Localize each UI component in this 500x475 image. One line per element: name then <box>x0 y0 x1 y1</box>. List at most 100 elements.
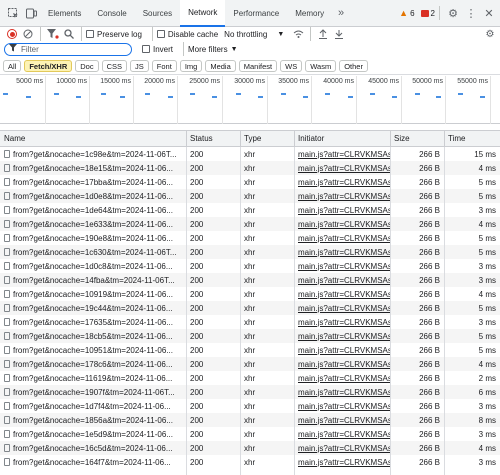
initiator-link[interactable]: main.js?attr=CLRVKMSAs <box>298 192 390 201</box>
column-header-status[interactable]: Status <box>186 131 240 146</box>
clear-button[interactable] <box>20 27 36 41</box>
initiator-link[interactable]: main.js?attr=CLRVKMSAs <box>298 248 390 257</box>
request-name-cell[interactable]: from?get&nocache=1e633&tm=2024-11-06... <box>0 217 186 231</box>
filter-chip-manifest[interactable]: Manifest <box>238 60 278 72</box>
export-har-icon[interactable] <box>331 27 347 41</box>
table-row[interactable]: from?get&nocache=1de64&tm=2024-11-06... 2… <box>0 203 500 217</box>
request-name-cell[interactable]: from?get&nocache=11619&tm=2024-11-06... <box>0 371 186 385</box>
request-name-cell[interactable]: from?get&nocache=1d0e8&tm=2024-11-06... <box>0 189 186 203</box>
table-row[interactable]: from?get&nocache=19c44&tm=2024-11-06... 2… <box>0 301 500 315</box>
initiator-link[interactable]: main.js?attr=CLRVKMSAs <box>298 416 390 425</box>
settings-gear-icon[interactable]: ⚙ <box>444 4 462 22</box>
tab-sources[interactable]: Sources <box>135 0 180 27</box>
request-name-cell[interactable]: from?get&nocache=1d7f4&tm=2024-11-06... <box>0 399 186 413</box>
table-row[interactable]: from?get&nocache=1c630&tm=2024-11-06T...… <box>0 245 500 259</box>
filter-chip-font[interactable]: Font <box>151 60 177 72</box>
request-name-cell[interactable]: from?get&nocache=19c44&tm=2024-11-06... <box>0 301 186 315</box>
filter-chip-media[interactable]: Media <box>205 60 236 72</box>
column-header-initiator[interactable]: Initiator <box>294 131 390 146</box>
table-row[interactable]: from?get&nocache=1c98e&tm=2024-11-06T...… <box>0 147 500 161</box>
tab-network[interactable]: Network <box>180 0 226 27</box>
initiator-link[interactable]: main.js?attr=CLRVKMSAs <box>298 234 390 243</box>
request-name-cell[interactable]: from?get&nocache=18cb5&tm=2024-11-06... <box>0 329 186 343</box>
search-button[interactable] <box>61 27 77 41</box>
more-filters-dropdown[interactable]: More filters ▼ <box>188 45 238 54</box>
request-name-cell[interactable]: from?get&nocache=178c6&tm=2024-11-06... <box>0 357 186 371</box>
initiator-link[interactable]: main.js?attr=CLRVKMSAs <box>298 444 390 453</box>
filter-chip-js[interactable]: JS <box>130 60 149 72</box>
table-row[interactable]: from?get&nocache=10919&tm=2024-11-06... 2… <box>0 287 500 301</box>
column-header-size[interactable]: Size <box>390 131 444 146</box>
table-row[interactable]: from?get&nocache=18cb5&tm=2024-11-06... 2… <box>0 329 500 343</box>
table-row[interactable]: from?get&nocache=1856a&tm=2024-11-06... 2… <box>0 413 500 427</box>
initiator-link[interactable]: main.js?attr=CLRVKMSAs <box>298 346 390 355</box>
filter-chip-doc[interactable]: Doc <box>75 60 99 72</box>
initiator-link[interactable]: main.js?attr=CLRVKMSAs <box>298 150 390 159</box>
column-header-name[interactable]: Name <box>0 131 186 146</box>
request-name-cell[interactable]: from?get&nocache=1856a&tm=2024-11-06... <box>0 413 186 427</box>
close-devtools-icon[interactable]: ✕ <box>480 4 498 22</box>
table-row[interactable]: from?get&nocache=17bba&tm=2024-11-06... 2… <box>0 175 500 189</box>
filter-toggle-button[interactable] <box>45 27 61 41</box>
network-settings-gear-icon[interactable]: ⚙ <box>482 27 498 41</box>
initiator-link[interactable]: main.js?attr=CLRVKMSAs <box>298 206 390 215</box>
request-name-cell[interactable]: from?get&nocache=17635&tm=2024-11-06... <box>0 315 186 329</box>
initiator-link[interactable]: main.js?attr=CLRVKMSAs <box>298 304 390 313</box>
initiator-link[interactable]: main.js?attr=CLRVKMSAs <box>298 430 390 439</box>
initiator-link[interactable]: main.js?attr=CLRVKMSAs <box>298 388 390 397</box>
preserve-log-checkbox[interactable]: Preserve log <box>86 30 142 39</box>
more-options-icon[interactable]: ⋮ <box>462 4 480 22</box>
request-name-cell[interactable]: from?get&nocache=1e5d9&tm=2024-11-06... <box>0 427 186 441</box>
initiator-link[interactable]: main.js?attr=CLRVKMSAs <box>298 374 390 383</box>
request-name-cell[interactable]: from?get&nocache=164f7&tm=2024-11-06... <box>0 455 186 469</box>
request-name-cell[interactable]: from?get&nocache=190e8&tm=2024-11-06... <box>0 231 186 245</box>
checkbox-box[interactable] <box>86 30 94 38</box>
disable-cache-checkbox[interactable]: Disable cache <box>156 30 218 39</box>
initiator-link[interactable]: main.js?attr=CLRVKMSAs <box>298 332 390 341</box>
table-row[interactable]: from?get&nocache=178c6&tm=2024-11-06... 2… <box>0 357 500 371</box>
table-row[interactable]: from?get&nocache=164f7&tm=2024-11-06... 2… <box>0 455 500 469</box>
table-row[interactable]: from?get&nocache=1d7f4&tm=2024-11-06... 2… <box>0 399 500 413</box>
table-row[interactable]: from?get&nocache=16c5d&tm=2024-11-06... 2… <box>0 441 500 455</box>
network-conditions-icon[interactable] <box>290 27 306 41</box>
throttling-select[interactable]: No throttling ▼ <box>224 30 284 39</box>
initiator-link[interactable]: main.js?attr=CLRVKMSAs <box>298 220 390 229</box>
filter-chip-fetch-xhr[interactable]: Fetch/XHR <box>24 60 73 72</box>
table-row[interactable]: from?get&nocache=17635&tm=2024-11-06... 2… <box>0 315 500 329</box>
more-tabs-icon[interactable]: » <box>332 4 350 22</box>
request-name-cell[interactable]: from?get&nocache=1c630&tm=2024-11-06T... <box>0 245 186 259</box>
table-row[interactable]: from?get&nocache=18e15&tm=2024-11-06... 2… <box>0 161 500 175</box>
device-toolbar-icon[interactable] <box>22 4 40 22</box>
record-button[interactable] <box>4 27 20 41</box>
initiator-link[interactable]: main.js?attr=CLRVKMSAs <box>298 262 390 271</box>
initiator-link[interactable]: main.js?attr=CLRVKMSAs <box>298 178 390 187</box>
table-row[interactable]: from?get&nocache=1e5d9&tm=2024-11-06... 2… <box>0 427 500 441</box>
checkbox-box[interactable] <box>142 45 150 53</box>
errors-badge[interactable]: 2 <box>420 9 435 18</box>
initiator-link[interactable]: main.js?attr=CLRVKMSAs <box>298 276 390 285</box>
initiator-link[interactable]: main.js?attr=CLRVKMSAs <box>298 290 390 299</box>
request-name-cell[interactable]: from?get&nocache=1d0c8&tm=2024-11-06... <box>0 259 186 273</box>
table-row[interactable]: from?get&nocache=11619&tm=2024-11-06... 2… <box>0 371 500 385</box>
tab-console[interactable]: Console <box>89 0 134 27</box>
initiator-link[interactable]: main.js?attr=CLRVKMSAs <box>298 318 390 327</box>
table-row[interactable]: from?get&nocache=1907f&tm=2024-11-06T...… <box>0 385 500 399</box>
invert-checkbox[interactable]: Invert <box>142 45 173 54</box>
request-name-cell[interactable]: from?get&nocache=1de64&tm=2024-11-06... <box>0 203 186 217</box>
import-har-icon[interactable] <box>315 27 331 41</box>
initiator-link[interactable]: main.js?attr=CLRVKMSAs <box>298 164 390 173</box>
request-name-cell[interactable]: from?get&nocache=1907f&tm=2024-11-06T... <box>0 385 186 399</box>
request-name-cell[interactable]: from?get&nocache=14fba&tm=2024-11-06T... <box>0 273 186 287</box>
initiator-link[interactable]: main.js?attr=CLRVKMSAs <box>298 458 390 467</box>
filter-chip-img[interactable]: Img <box>179 60 203 72</box>
filter-chip-other[interactable]: Other <box>339 60 368 72</box>
filter-chip-css[interactable]: CSS <box>101 60 128 72</box>
warnings-badge[interactable]: ▲ 6 <box>399 8 414 18</box>
table-row[interactable]: from?get&nocache=1d0e8&tm=2024-11-06... 2… <box>0 189 500 203</box>
tab-performance[interactable]: Performance <box>225 0 287 27</box>
column-header-time[interactable]: Time <box>444 131 500 146</box>
table-row[interactable]: from?get&nocache=14fba&tm=2024-11-06T...… <box>0 273 500 287</box>
checkbox-box[interactable] <box>156 30 165 38</box>
table-row[interactable]: from?get&nocache=1d0c8&tm=2024-11-06... 2… <box>0 259 500 273</box>
initiator-link[interactable]: main.js?attr=CLRVKMSAs <box>298 360 390 369</box>
